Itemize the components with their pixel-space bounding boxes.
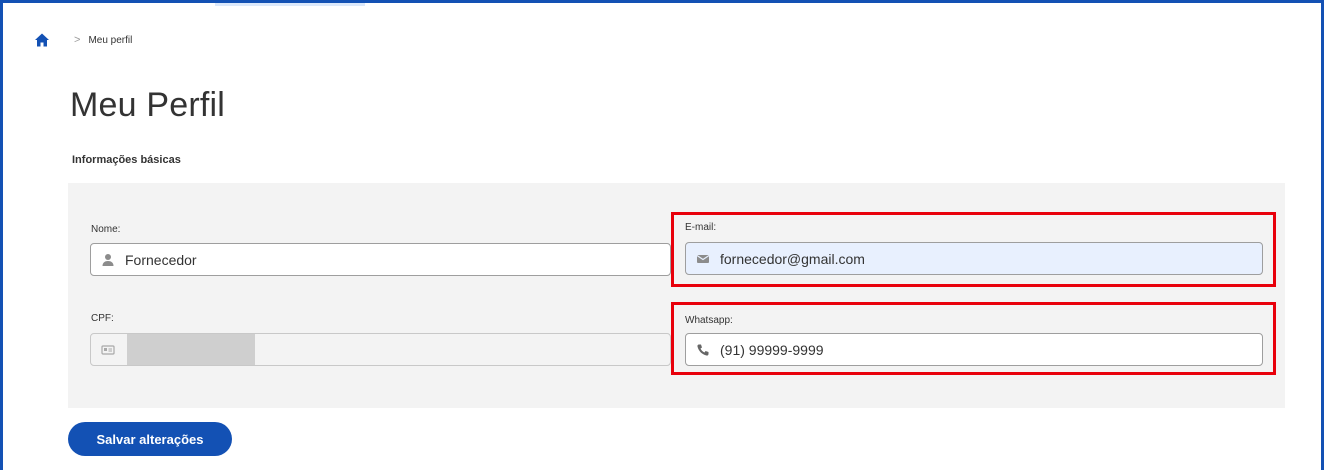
email-field[interactable]: fornecedor@gmail.com	[685, 242, 1263, 275]
breadcrumb-current: Meu perfil	[88, 34, 133, 46]
email-value: fornecedor@gmail.com	[720, 250, 865, 267]
breadcrumb-separator: >	[74, 34, 81, 46]
phone-icon	[696, 343, 710, 357]
nome-value: Fornecedor	[125, 251, 197, 268]
envelope-icon	[696, 252, 710, 266]
email-label: E-mail:	[685, 222, 717, 233]
cpf-redacted-value	[127, 334, 255, 365]
save-changes-button[interactable]: Salvar alterações	[68, 422, 232, 456]
cpf-label: CPF:	[91, 313, 114, 324]
breadcrumb: > Meu perfil	[34, 32, 132, 48]
whatsapp-value: (91) 99999-9999	[720, 341, 824, 358]
page-title: Meu Perfil	[70, 86, 226, 124]
home-icon[interactable]	[34, 32, 50, 48]
section-title: Informações básicas	[72, 154, 181, 166]
cpf-field	[90, 333, 671, 366]
id-card-icon	[101, 343, 115, 357]
whatsapp-field[interactable]: (91) 99999-9999	[685, 333, 1263, 366]
whatsapp-label: Whatsapp:	[685, 315, 733, 326]
nome-field[interactable]: Fornecedor	[90, 243, 671, 276]
nome-label: Nome:	[91, 224, 121, 235]
top-strip	[215, 3, 365, 6]
user-icon	[101, 253, 115, 267]
